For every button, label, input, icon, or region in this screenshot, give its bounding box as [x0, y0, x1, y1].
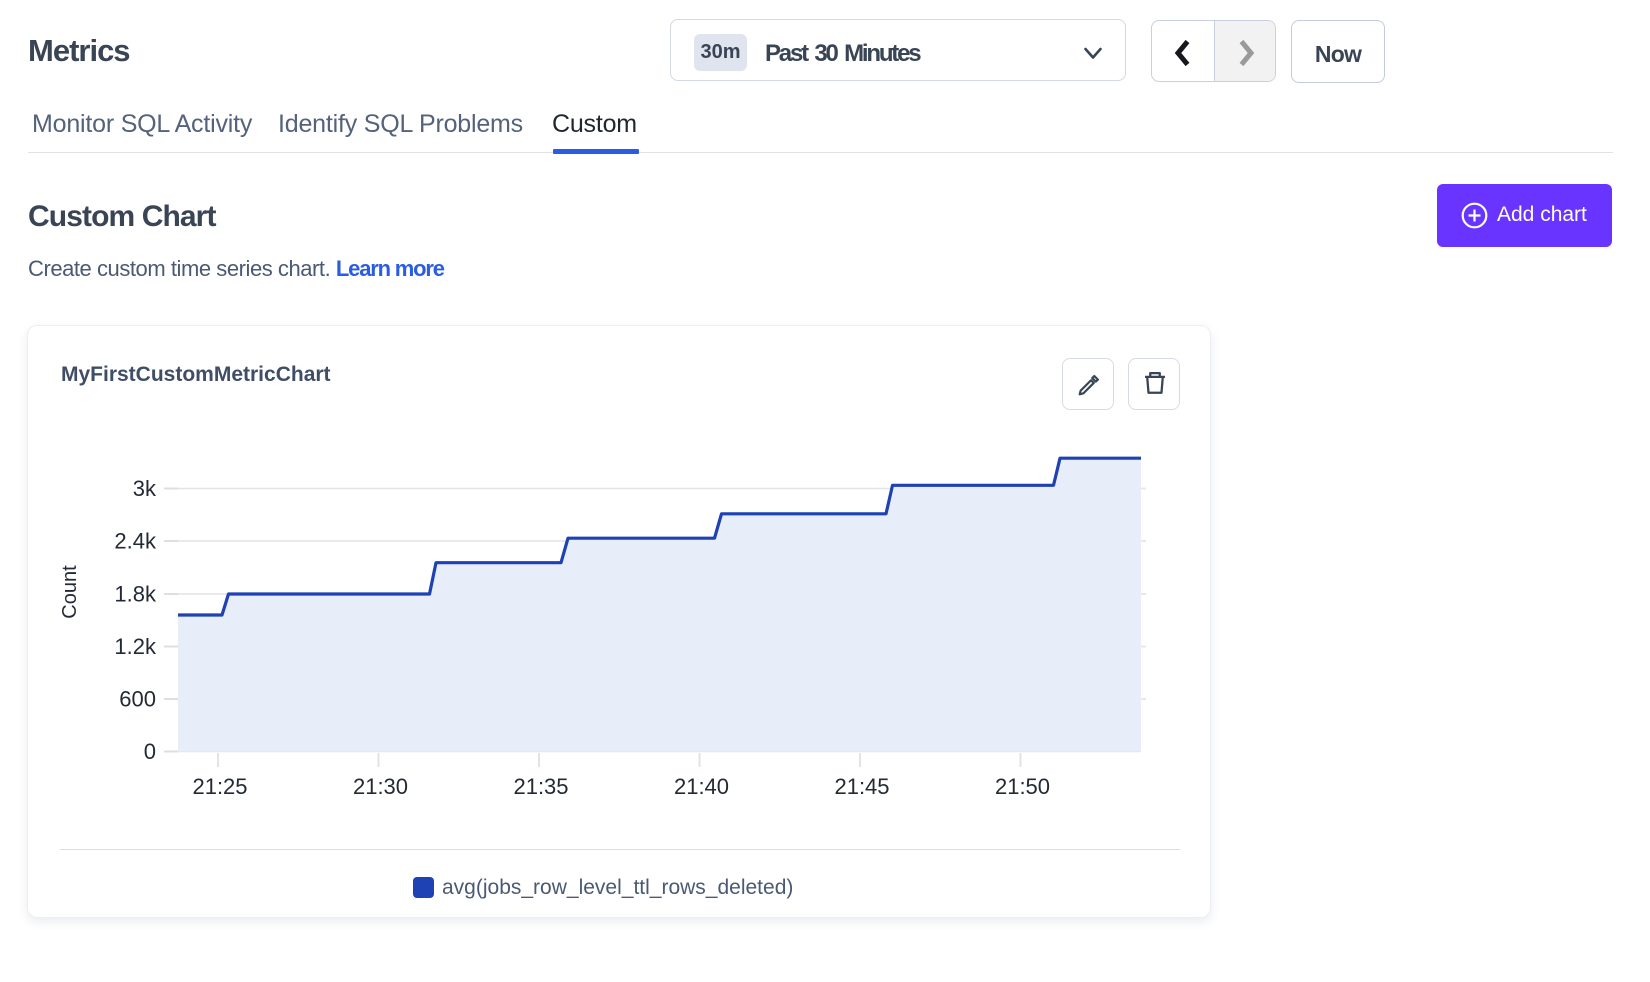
svg-text:21:40: 21:40	[674, 774, 729, 799]
svg-text:21:35: 21:35	[513, 774, 568, 799]
svg-text:2.4k: 2.4k	[114, 529, 157, 554]
svg-text:21:50: 21:50	[995, 774, 1050, 799]
svg-text:1.2k: 1.2k	[114, 634, 157, 659]
svg-text:600: 600	[119, 687, 156, 712]
svg-text:21:30: 21:30	[353, 774, 408, 799]
svg-text:1.8k: 1.8k	[114, 582, 157, 607]
svg-text:Count: Count	[59, 565, 81, 619]
svg-text:0: 0	[144, 739, 156, 764]
svg-text:21:25: 21:25	[192, 774, 247, 799]
svg-text:3k: 3k	[133, 476, 157, 501]
svg-text:21:45: 21:45	[834, 774, 889, 799]
